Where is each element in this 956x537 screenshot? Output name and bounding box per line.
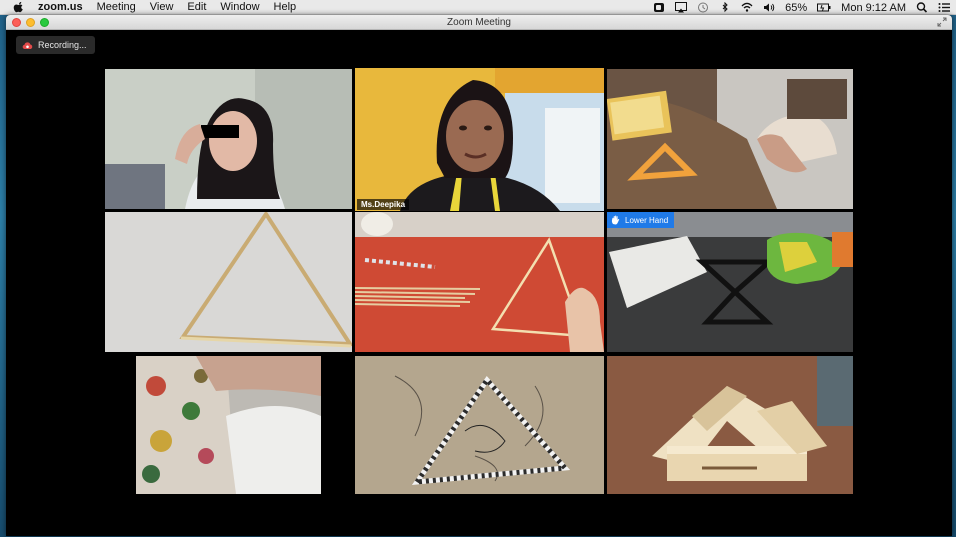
zoom-status-icon[interactable] [653,2,665,13]
zoom-window-button[interactable] [40,18,49,27]
participant-video-tile-2[interactable]: Ms.Deepika [355,68,604,211]
apple-menu-icon[interactable] [12,1,26,13]
lower-hand-label: Lower Hand [625,215,669,225]
close-window-button[interactable] [12,18,21,27]
video-feed-red-table-sticks [355,212,604,352]
video-feed-child-with-triangle [607,69,853,209]
notification-center-icon[interactable] [938,2,950,13]
menu-clock[interactable]: Mon 9:12 AM [841,2,906,14]
time-machine-icon[interactable] [697,2,709,13]
participant-video-tile-5[interactable] [355,212,604,352]
participant-video-tile-9[interactable] [607,356,853,494]
cloud-recording-icon [22,41,33,49]
fullscreen-toggle-icon[interactable] [937,17,947,27]
macos-menu-bar: zoom.us Meeting View Edit Window Help 65… [0,0,956,15]
participant-video-tile-8[interactable] [355,356,604,494]
video-feed-block-triangle [607,356,853,494]
zoom-meeting-window: Zoom Meeting Recording... Ms.Deepika Low… [6,15,952,536]
menu-help[interactable]: Help [274,1,297,13]
participant-video-tile-6[interactable]: Lower Hand [607,212,853,352]
menu-meeting[interactable]: Meeting [97,1,136,13]
menu-window[interactable]: Window [220,1,259,13]
menu-view[interactable]: View [150,1,174,13]
participant-name-label: Ms.Deepika [357,199,410,210]
menu-app-name[interactable]: zoom.us [38,1,83,13]
video-feed-blurry-fabric [136,356,321,494]
window-titlebar: Zoom Meeting [6,15,952,30]
video-feed-teacher [355,68,604,211]
participant-video-tile-1[interactable] [105,69,352,209]
participant-video-tile-4[interactable] [105,212,352,352]
window-title: Zoom Meeting [447,17,511,28]
battery-icon[interactable] [817,2,831,13]
minimize-window-button[interactable] [26,18,35,27]
recording-label: Recording... [38,40,87,50]
video-feed-stick-triangle [105,212,352,352]
menu-edit[interactable]: Edit [187,1,206,13]
volume-icon[interactable] [763,2,775,13]
bluetooth-icon[interactable] [719,2,731,13]
spotlight-search-icon[interactable] [916,2,928,13]
raised-hand-icon [611,215,620,225]
video-feed-bowtie-shape [607,212,853,352]
wifi-icon[interactable] [741,2,753,13]
menu-extras: 65% Mon 9:12 AM [643,0,950,15]
video-feed-straw-triangle [355,356,604,494]
video-feed-woman [105,69,352,209]
battery-percentage: 65% [785,1,808,14]
participant-video-tile-7[interactable] [136,356,321,494]
participant-video-tile-3[interactable] [607,69,853,209]
recording-indicator[interactable]: Recording... [16,36,95,54]
lower-hand-button[interactable]: Lower Hand [607,212,675,228]
airplay-icon[interactable] [675,2,688,13]
